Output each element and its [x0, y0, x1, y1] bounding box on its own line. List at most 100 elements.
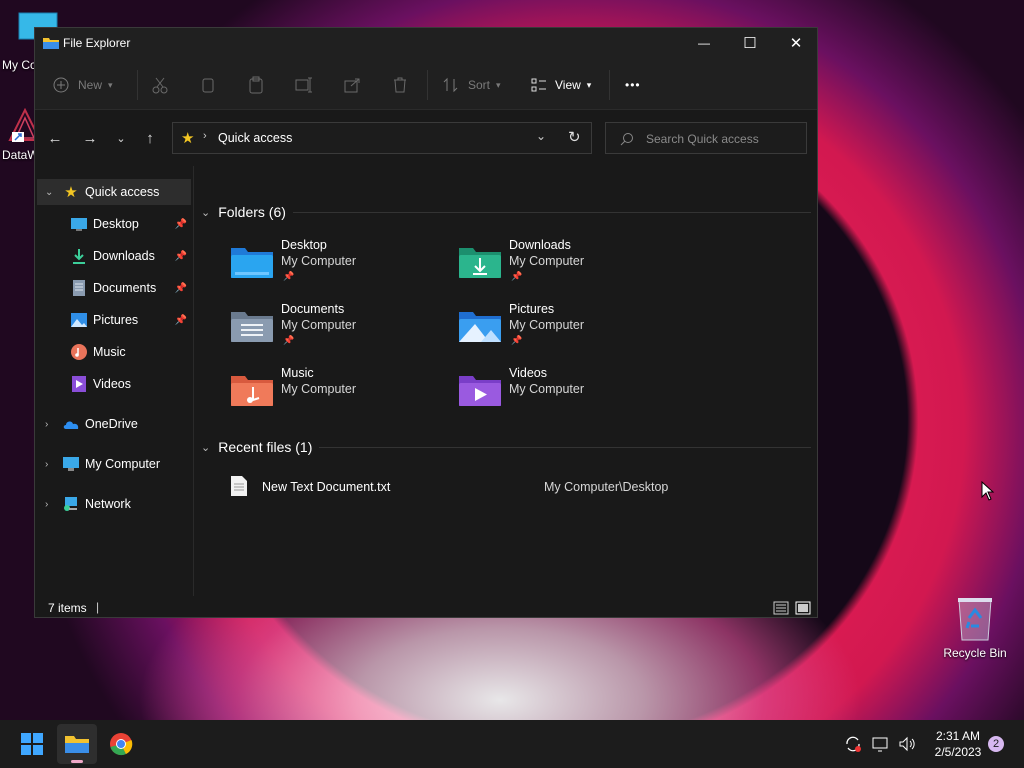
- folder-name: Videos: [509, 366, 547, 380]
- up-button[interactable]: ↑: [136, 126, 164, 150]
- sort-icon: [443, 77, 458, 93]
- start-button[interactable]: [12, 728, 52, 760]
- recent-file-row[interactable]: New Text Document.txt My Computer\Deskto…: [229, 474, 789, 498]
- pin-icon[interactable]: 📌: [175, 283, 187, 294]
- pane-splitter[interactable]: [193, 166, 194, 596]
- sidebar-item-onedrive[interactable]: › OneDrive: [37, 411, 191, 437]
- large-icons-view-icon[interactable]: [795, 601, 811, 615]
- desktop-icon: [71, 216, 87, 232]
- folder-item-desktop[interactable]: Desktop My Computer 📌: [231, 238, 451, 290]
- see-more-button[interactable]: •••: [625, 72, 641, 98]
- recent-files-group-header[interactable]: ⌄ Recent files (1): [201, 439, 312, 455]
- sort-button[interactable]: Sort ▾: [443, 72, 501, 98]
- chevron-down-icon: ▾: [496, 79, 501, 90]
- title-bar[interactable]: File Explorer — ☐ ✕: [35, 28, 817, 58]
- share-button[interactable]: [343, 72, 361, 98]
- maximize-button[interactable]: ☐: [727, 28, 773, 58]
- chevron-right-icon[interactable]: ›: [45, 419, 48, 430]
- taskbar-file-explorer[interactable]: [57, 724, 97, 764]
- toolbar-divider: [137, 70, 138, 100]
- sidebar-item-documents[interactable]: Documents 📌: [37, 275, 191, 301]
- chevron-down-icon[interactable]: ⌄: [45, 187, 53, 198]
- pin-icon[interactable]: 📌: [175, 315, 187, 326]
- share-icon: [344, 78, 360, 93]
- sidebar-item-label: Downloads: [93, 249, 155, 263]
- clock[interactable]: 2:31 AM 2/5/2023: [926, 728, 990, 760]
- window-title: File Explorer: [63, 36, 131, 50]
- desktop-icon-recycle-bin[interactable]: Recycle Bin: [940, 596, 1010, 660]
- item-count: 7 items: [48, 601, 87, 615]
- folder-location: My Computer: [509, 382, 585, 396]
- address-location[interactable]: Quick access: [218, 131, 292, 145]
- rename-button[interactable]: [295, 72, 313, 98]
- chevron-down-icon: ⌄: [201, 441, 211, 454]
- sidebar-item-label: My Computer: [85, 457, 161, 471]
- chevron-right-icon[interactable]: ›: [45, 499, 48, 510]
- taskbar: 2:31 AM 2/5/2023 2: [0, 720, 1024, 768]
- sidebar-item-quick-access[interactable]: ⌄ ★ Quick access: [37, 179, 191, 205]
- folder-item-music[interactable]: Music My Computer: [231, 366, 451, 418]
- sidebar-item-label: Music: [93, 345, 126, 359]
- text-file-icon: [231, 476, 247, 496]
- close-button[interactable]: ✕: [773, 28, 819, 58]
- sidebar-item-videos[interactable]: Videos: [37, 371, 191, 397]
- folder-location: My Computer: [281, 254, 357, 268]
- monitor-icon: [63, 456, 79, 472]
- arrow-up-icon: ↑: [146, 129, 154, 147]
- search-box[interactable]: Search Quick access: [605, 122, 807, 154]
- delete-button[interactable]: [391, 72, 409, 98]
- address-bar[interactable]: ★ › Quick access ⌄ ↻: [172, 122, 592, 154]
- paste-button[interactable]: [247, 72, 265, 98]
- group-divider: [293, 212, 811, 213]
- sidebar-item-label: Network: [85, 497, 131, 511]
- pin-icon[interactable]: 📌: [175, 219, 187, 230]
- notification-badge[interactable]: 2: [988, 736, 1004, 752]
- pin-icon[interactable]: 📌: [175, 251, 187, 262]
- sidebar-item-pictures[interactable]: Pictures 📌: [37, 307, 191, 333]
- details-view-icon[interactable]: [773, 601, 789, 615]
- cut-button[interactable]: [151, 72, 169, 98]
- back-button[interactable]: ←: [41, 126, 69, 150]
- network-icon: [63, 496, 79, 512]
- folder-item-downloads[interactable]: Downloads My Computer 📌: [459, 238, 679, 290]
- chevron-down-icon[interactable]: ⌄: [536, 129, 546, 143]
- windows-logo-icon: [21, 733, 43, 755]
- sidebar-item-downloads[interactable]: Downloads 📌: [37, 243, 191, 269]
- sidebar-item-desktop[interactable]: Desktop 📌: [37, 211, 191, 237]
- new-button[interactable]: New ▾: [53, 72, 113, 98]
- music-icon: [71, 344, 87, 360]
- forward-button[interactable]: →: [76, 126, 104, 150]
- video-icon: [71, 376, 87, 392]
- copy-button[interactable]: [199, 72, 217, 98]
- folders-group-header[interactable]: ⌄ Folders (6): [201, 204, 286, 220]
- navigation-row: ← → ⌄ ↑ ★ › Quick access ⌄ ↻ Search Quic…: [35, 110, 817, 166]
- volume-icon[interactable]: [898, 735, 916, 753]
- folder-item-documents[interactable]: Documents My Computer 📌: [231, 302, 451, 354]
- breadcrumb-chevron-icon: ›: [203, 130, 207, 142]
- chevron-down-icon: ⌄: [201, 206, 211, 219]
- file-explorer-window: File Explorer — ☐ ✕ New ▾ Sort ▾ View ▾ …: [34, 27, 818, 618]
- view-list-icon: [531, 78, 546, 92]
- cloud-icon: [63, 416, 79, 432]
- folder-item-pictures[interactable]: Pictures My Computer 📌: [459, 302, 679, 354]
- view-button[interactable]: View ▾: [531, 72, 591, 98]
- chevron-right-icon[interactable]: ›: [45, 459, 48, 470]
- recent-locations-button[interactable]: ⌄: [107, 126, 135, 150]
- notification-count: 2: [992, 738, 1000, 750]
- picture-icon: [71, 312, 87, 328]
- chevron-down-icon: ⌄: [116, 132, 126, 145]
- minimize-button[interactable]: —: [681, 28, 727, 58]
- folder-item-videos[interactable]: Videos My Computer: [459, 366, 679, 418]
- chevron-down-icon: ▾: [586, 79, 592, 90]
- sidebar-item-my-computer[interactable]: › My Computer: [37, 451, 191, 477]
- toolbar-divider: [427, 70, 428, 100]
- star-icon: ★: [64, 184, 78, 201]
- arrow-right-icon: →: [82, 129, 98, 147]
- taskbar-chrome[interactable]: [101, 724, 141, 764]
- network-display-icon[interactable]: [872, 735, 890, 753]
- sync-alert-icon[interactable]: [844, 735, 862, 753]
- sidebar-item-network[interactable]: › Network: [37, 491, 191, 517]
- maximize-icon: ☐: [743, 35, 757, 52]
- refresh-icon[interactable]: ↻: [568, 128, 581, 146]
- sidebar-item-music[interactable]: Music: [37, 339, 191, 365]
